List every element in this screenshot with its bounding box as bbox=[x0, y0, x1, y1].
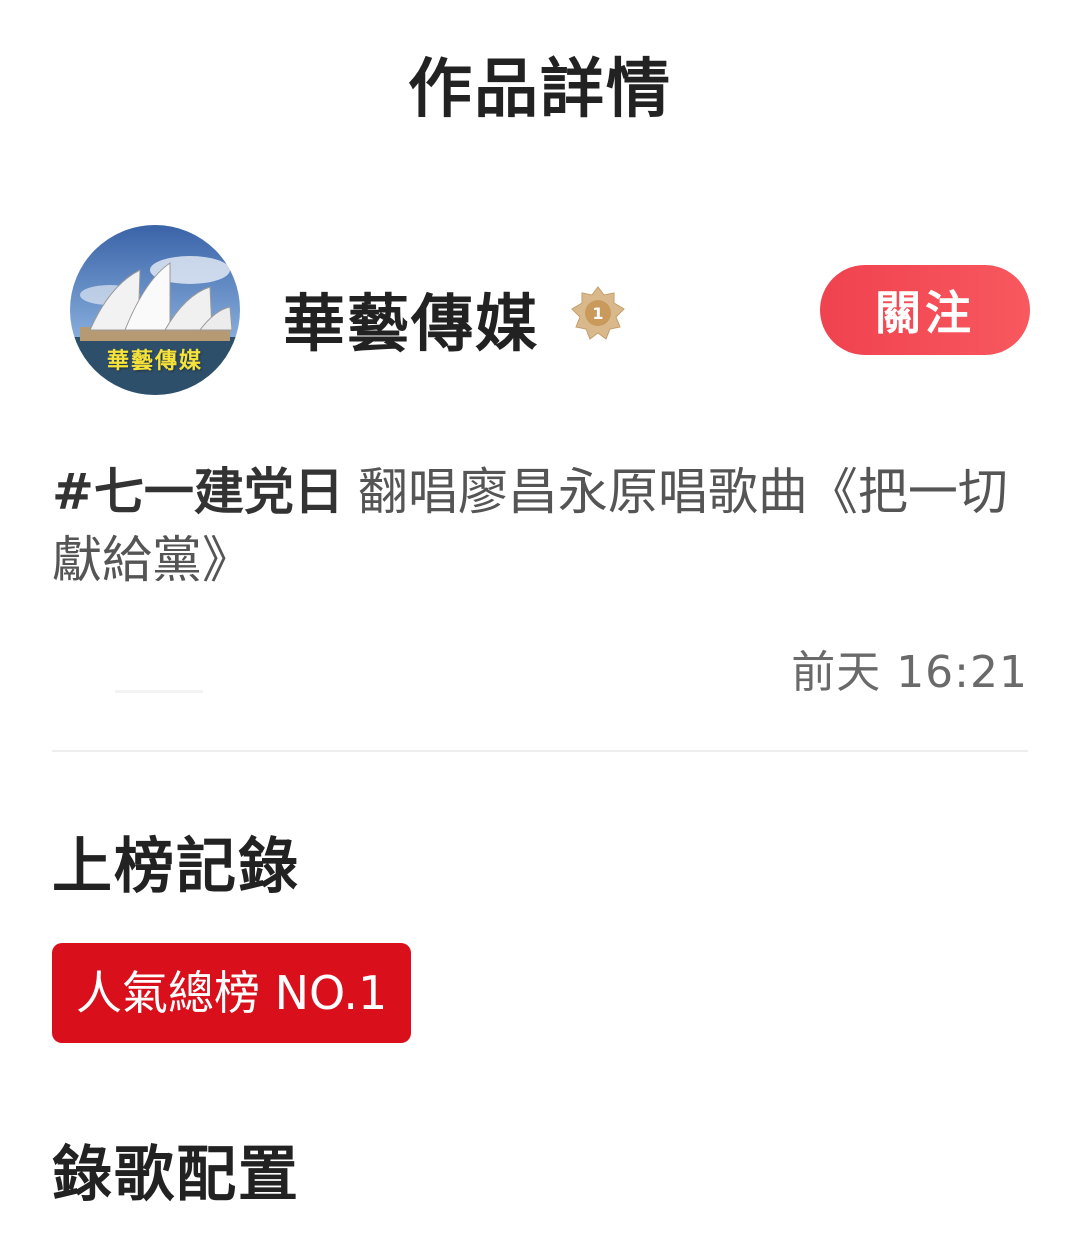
divider bbox=[52, 750, 1028, 752]
chart-rank-badge[interactable]: 人氣總榜 NO.1 bbox=[52, 943, 412, 1043]
faint-mark bbox=[115, 690, 203, 693]
charts-section-title: 上榜記錄 bbox=[52, 832, 300, 902]
author-row: 華藝傳媒 華藝傳媒 1 關注 bbox=[70, 225, 1030, 395]
author-name[interactable]: 華藝傳媒 bbox=[283, 273, 539, 363]
post-timestamp: 前天 16:21 bbox=[791, 647, 1028, 698]
follow-button[interactable]: 關注 bbox=[820, 265, 1030, 355]
rank-badge-icon: 1 bbox=[570, 285, 626, 341]
hashtag-link[interactable]: #七一建党日 bbox=[52, 463, 344, 521]
page-title: 作品詳情 bbox=[408, 53, 672, 127]
avatar-caption: 華藝傳媒 bbox=[106, 349, 203, 374]
author-avatar[interactable]: 華藝傳媒 bbox=[70, 225, 240, 395]
rank-badge-number: 1 bbox=[592, 304, 603, 323]
recording-section-title: 錄歌配置 bbox=[52, 1140, 300, 1210]
post-description: #七一建党日 翻唱廖昌永原唱歌曲《把一切獻給黨》 bbox=[52, 458, 1012, 594]
